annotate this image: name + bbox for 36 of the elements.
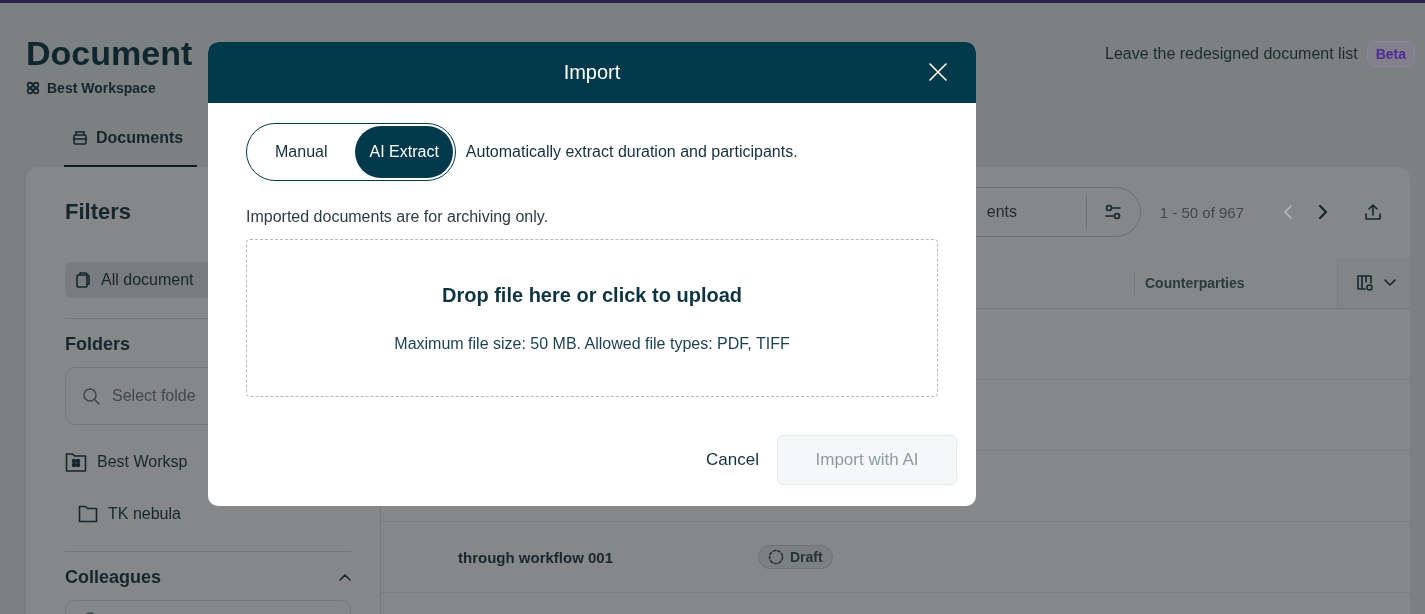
folders-title: Folders <box>65 333 130 355</box>
upload-icon <box>1364 203 1382 221</box>
dialog-title: Import <box>563 61 621 84</box>
sliders-icon <box>1104 203 1123 221</box>
leave-redesign-link[interactable]: Leave the redesigned document list <box>1105 45 1358 63</box>
document-title: through workflow 001 <box>458 548 614 566</box>
workspace-folder-icon <box>65 452 87 472</box>
search-icon <box>82 387 100 405</box>
column-settings-icon <box>1356 274 1374 292</box>
colleagues-title: Colleagues <box>65 566 162 588</box>
mode-option[interactable]: AI Extract <box>355 126 453 178</box>
pagination-range: 1 - 50 of 967 <box>1159 203 1244 221</box>
mode-option[interactable]: Manual <box>249 126 350 178</box>
chevron-left-icon <box>1282 205 1293 219</box>
page-title: Document <box>26 33 193 73</box>
dropzone-title: Drop file here or click to upload <box>441 283 743 308</box>
dashed-circle-icon <box>768 549 784 565</box>
dropzone-hint: Maximum file size: 50 MB. Allowed file types: PDF, TIFF <box>394 334 790 353</box>
folder-icon <box>78 505 98 523</box>
status-badge: Draft <box>758 545 833 569</box>
beta-badge: Beta <box>1366 41 1415 67</box>
cancel-button[interactable]: Cancel <box>702 446 763 474</box>
workspace-icon <box>26 81 40 95</box>
mode-description: Automatically extract duration and participants. <box>465 143 798 161</box>
folder-item[interactable]: Best Worksp <box>97 453 188 471</box>
documents-icon <box>75 271 91 289</box>
close-icon <box>928 62 948 82</box>
close-button[interactable] <box>928 62 948 82</box>
folder-item[interactable]: TK nebula <box>108 505 181 523</box>
chevron-down-icon <box>1384 279 1396 287</box>
caret-up-icon[interactable] <box>339 573 351 581</box>
chevron-right-icon <box>1317 205 1328 219</box>
workspace-name: Best Workspace <box>47 80 156 96</box>
upload-dropzone[interactable]: Drop file here or click to upload Maximum file size: 50 MB. Allowed file types: PDF, TIFF <box>246 239 938 397</box>
filters-title: Filters <box>65 198 132 226</box>
import-note: Imported documents are for archiving only. <box>246 207 550 227</box>
